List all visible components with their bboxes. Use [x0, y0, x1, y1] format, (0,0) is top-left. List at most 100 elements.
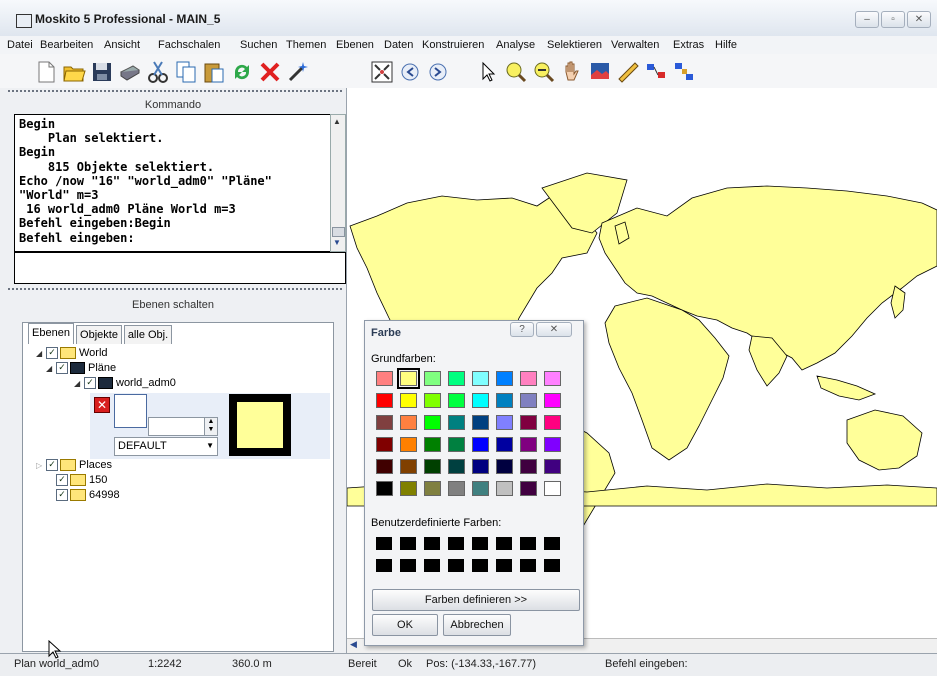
color-swatch[interactable]: [496, 415, 513, 430]
custom-color-swatch[interactable]: [376, 559, 392, 572]
color-swatch[interactable]: [448, 459, 465, 474]
select-arrow-icon[interactable]: [476, 60, 500, 84]
color-swatch[interactable]: [397, 368, 420, 389]
color-swatch[interactable]: [376, 481, 393, 496]
define-colors-button[interactable]: Farben definieren >>: [372, 589, 580, 611]
ok-button[interactable]: OK: [372, 614, 438, 636]
panel-grip-2[interactable]: [8, 288, 342, 292]
color-swatch[interactable]: [472, 371, 489, 386]
connect-icon[interactable]: [672, 60, 696, 84]
magic-wand-icon[interactable]: [286, 60, 310, 84]
delete-icon[interactable]: [258, 60, 282, 84]
custom-color-swatch[interactable]: [424, 559, 440, 572]
tree-item-world-adm0[interactable]: ◢ ✓ world_adm0: [74, 376, 176, 391]
color-swatch[interactable]: [496, 481, 513, 496]
color-swatch[interactable]: [424, 415, 441, 430]
color-swatch[interactable]: [448, 481, 465, 496]
color-swatch[interactable]: [520, 393, 537, 408]
tree-item-64998[interactable]: ✓ 64998: [46, 488, 120, 503]
color-swatch[interactable]: [424, 459, 441, 474]
color-swatch[interactable]: [520, 459, 537, 474]
pan-hand-icon[interactable]: [560, 60, 584, 84]
color-swatch[interactable]: [376, 371, 393, 386]
close-button[interactable]: ✕: [907, 11, 931, 28]
color-swatch[interactable]: [496, 393, 513, 408]
expand-arrow-icon[interactable]: ◢: [46, 361, 56, 376]
menu-datei[interactable]: Datei: [7, 39, 33, 51]
dialog-close-button[interactable]: ✕: [536, 322, 572, 337]
layer-view-icon[interactable]: [588, 60, 612, 84]
open-folder-icon[interactable]: [62, 60, 86, 84]
color-swatch[interactable]: [520, 437, 537, 452]
cancel-button[interactable]: Abbrechen: [443, 614, 511, 636]
tab-alle-obj[interactable]: alle Obj.: [124, 325, 172, 344]
color-swatch[interactable]: [520, 371, 537, 386]
command-output[interactable]: Begin Plan selektiert. Begin 815 Objekte…: [14, 114, 332, 252]
color-swatch[interactable]: [400, 481, 417, 496]
color-swatch[interactable]: [496, 371, 513, 386]
color-swatch[interactable]: [448, 437, 465, 452]
menu-suchen[interactable]: Suchen: [240, 39, 277, 51]
color-swatch[interactable]: [400, 393, 417, 408]
color-swatch[interactable]: [424, 371, 441, 386]
refresh-icon[interactable]: [230, 60, 254, 84]
color-swatch[interactable]: [424, 481, 441, 496]
custom-color-swatch[interactable]: [472, 559, 488, 572]
menu-fachschalen[interactable]: Fachschalen: [158, 39, 220, 51]
custom-color-swatch[interactable]: [376, 537, 392, 550]
custom-color-swatch[interactable]: [544, 559, 560, 572]
checkbox-world[interactable]: ✓: [46, 347, 58, 360]
color-swatch[interactable]: [472, 459, 489, 474]
tree-item-world[interactable]: ◢ ✓ World: [36, 346, 108, 361]
color-swatch[interactable]: [544, 393, 561, 408]
custom-color-swatch[interactable]: [520, 559, 536, 572]
color-swatch[interactable]: [472, 437, 489, 452]
save-icon[interactable]: [90, 60, 114, 84]
color-swatch[interactable]: [376, 459, 393, 474]
cut-icon[interactable]: [146, 60, 170, 84]
custom-color-swatch[interactable]: [496, 537, 512, 550]
custom-color-swatch[interactable]: [448, 559, 464, 572]
color-swatch[interactable]: [472, 393, 489, 408]
color-swatch[interactable]: [472, 415, 489, 430]
color-swatch[interactable]: [400, 437, 417, 452]
color-swatch[interactable]: [376, 415, 393, 430]
color-swatch[interactable]: [472, 481, 489, 496]
menu-themen[interactable]: Themen: [286, 39, 326, 51]
custom-color-swatch[interactable]: [400, 559, 416, 572]
forward-icon[interactable]: [426, 60, 450, 84]
measure-icon[interactable]: [616, 60, 640, 84]
color-swatch[interactable]: [448, 393, 465, 408]
custom-color-swatch[interactable]: [496, 559, 512, 572]
new-file-icon[interactable]: [34, 60, 58, 84]
color-swatch[interactable]: [496, 437, 513, 452]
spinner-arrows-icon[interactable]: ▲ ▼: [204, 418, 217, 435]
color-swatch[interactable]: [520, 481, 537, 496]
command-input[interactable]: [14, 252, 346, 284]
network-icon[interactable]: [644, 60, 668, 84]
color-swatch[interactable]: [376, 393, 393, 408]
tree-item-plaene[interactable]: ◢ ✓ Pläne: [46, 361, 116, 376]
color-swatch[interactable]: [520, 415, 537, 430]
checkbox-64998[interactable]: ✓: [56, 489, 68, 502]
remove-style-icon[interactable]: ✕: [94, 397, 110, 413]
paste-icon[interactable]: [202, 60, 226, 84]
copy-icon[interactable]: [174, 60, 198, 84]
zoom-in-icon[interactable]: [504, 60, 528, 84]
color-swatch[interactable]: [424, 437, 441, 452]
command-scrollbar[interactable]: ▲ ▼: [330, 114, 346, 252]
zoom-extent-icon[interactable]: [370, 60, 394, 84]
menu-bearbeiten[interactable]: Bearbeiten: [40, 39, 93, 51]
menu-daten[interactable]: Daten: [384, 39, 413, 51]
color-swatch[interactable]: [448, 371, 465, 386]
checkbox-plaene[interactable]: ✓: [56, 362, 68, 375]
zoom-out-icon[interactable]: [532, 60, 556, 84]
menu-ansicht[interactable]: Ansicht: [104, 39, 140, 51]
color-swatch[interactable]: [376, 437, 393, 452]
custom-color-swatch[interactable]: [424, 537, 440, 550]
menu-selektieren[interactable]: Selektieren: [547, 39, 602, 51]
tab-ebenen[interactable]: Ebenen: [28, 323, 74, 344]
scroll-thumb[interactable]: [332, 227, 345, 237]
style-swatch-frame[interactable]: [229, 394, 291, 456]
color-swatch[interactable]: [400, 459, 417, 474]
